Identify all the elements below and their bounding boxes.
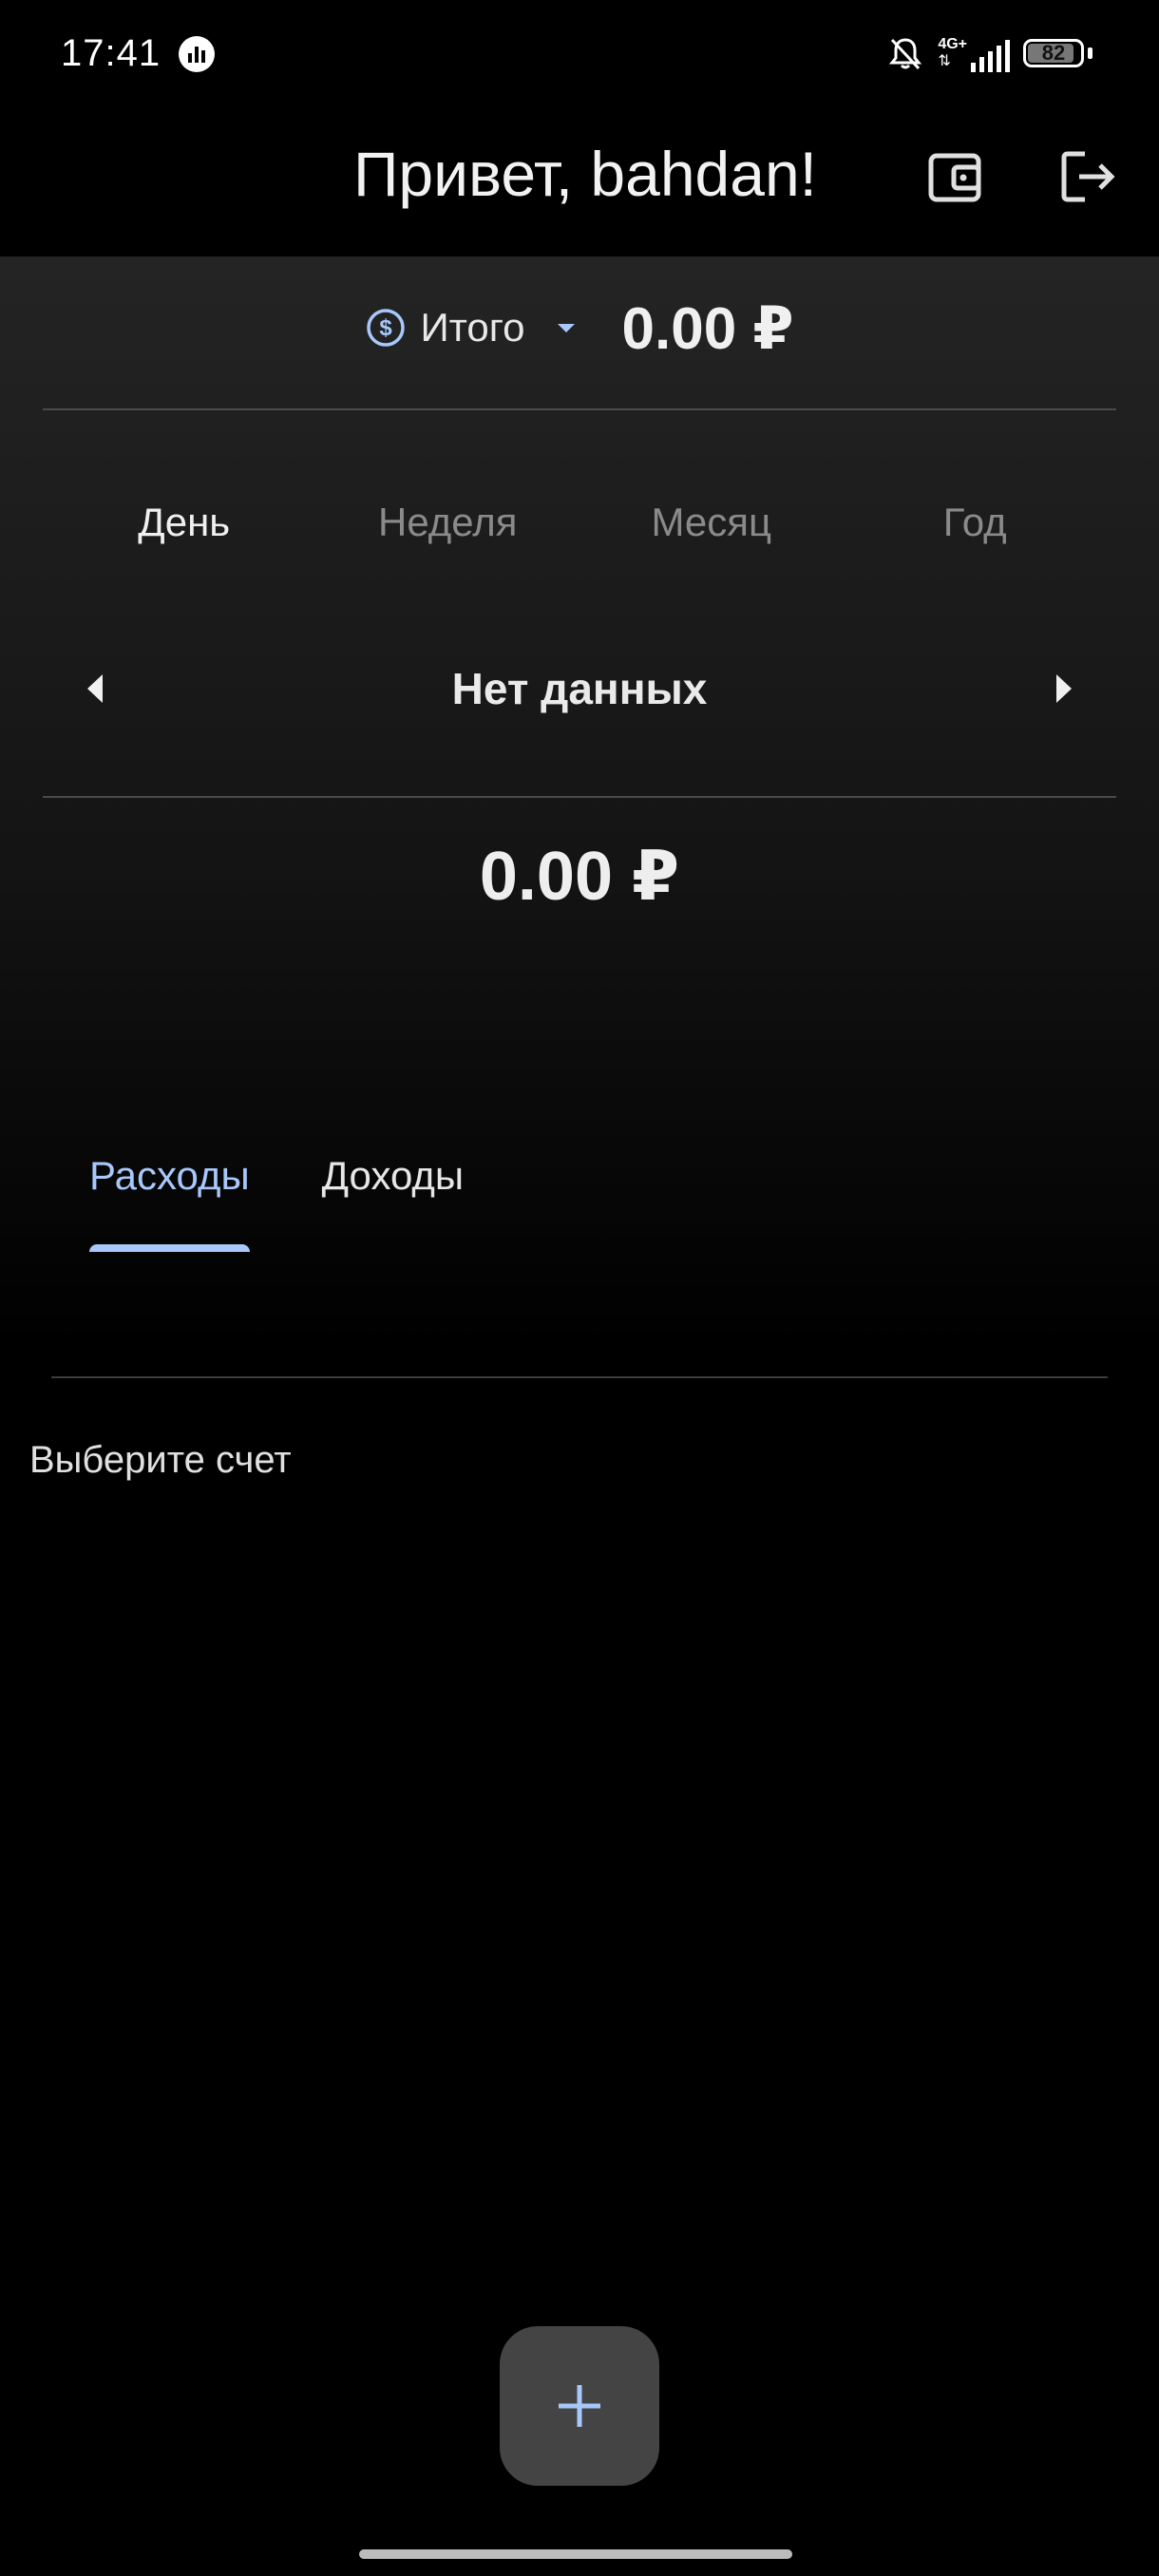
total-amount: 0.00 ₽ (621, 295, 794, 362)
tab-income[interactable]: Доходы (286, 1140, 500, 1241)
status-time: 17:41 (61, 32, 162, 74)
dropdown-arrow-icon (557, 324, 575, 332)
chevron-right-icon (1055, 674, 1072, 703)
empty-state-message: Выберите счет (29, 1439, 292, 1481)
period-navigation: Нет данных (52, 646, 1107, 731)
tab-week[interactable]: Неделя (316, 484, 580, 560)
tab-income-label: Доходы (321, 1153, 465, 1198)
divider (51, 1376, 1108, 1378)
dollar-circle-icon: $ (367, 309, 406, 347)
account-summary-row: $ Итого 0.00 ₽ (0, 285, 1159, 370)
wallet-button[interactable] (918, 139, 994, 215)
bell-muted-icon (889, 38, 922, 70)
battery-icon: 82 (1023, 39, 1084, 67)
network-type: 4G+ (938, 36, 967, 52)
add-transaction-button[interactable] (500, 2326, 659, 2486)
app-notification-icon (179, 36, 215, 72)
wallet-icon (928, 153, 981, 202)
transaction-type-tabs: Расходы Доходы (53, 1140, 500, 1254)
next-period-button[interactable] (1021, 646, 1107, 731)
previous-period-button[interactable] (52, 646, 138, 731)
gesture-navigation-bar[interactable] (359, 2549, 792, 2559)
battery-level: 82 (1041, 41, 1066, 65)
greeting-title: Привет, bahdan! (352, 139, 817, 209)
account-name: Итого (420, 305, 525, 350)
tab-year[interactable]: Год (844, 484, 1108, 560)
active-tab-indicator (89, 1244, 250, 1252)
period-amount: 0.00 ₽ (479, 839, 680, 915)
logout-button[interactable] (1051, 139, 1127, 215)
tab-expenses-label: Расходы (89, 1153, 250, 1198)
tab-day[interactable]: День (52, 484, 316, 560)
account-selector[interactable]: $ Итого (365, 305, 580, 350)
tab-expenses[interactable]: Расходы (53, 1140, 286, 1252)
svg-text:$: $ (380, 315, 393, 341)
period-label: Нет данных (451, 664, 708, 713)
logout-icon (1061, 151, 1115, 202)
signal-indicator: 4G+ ⇅ (938, 34, 1010, 72)
data-arrows-icon: ⇅ (938, 53, 951, 69)
chevron-left-icon (87, 674, 103, 703)
plus-icon (559, 2385, 600, 2427)
period-tabs: День Неделя Месяц Год (52, 484, 1107, 560)
status-icons: 4G+ ⇅ 82 (886, 34, 1092, 72)
tab-month[interactable]: Месяц (580, 484, 844, 560)
divider (43, 408, 1116, 410)
divider (43, 796, 1116, 798)
